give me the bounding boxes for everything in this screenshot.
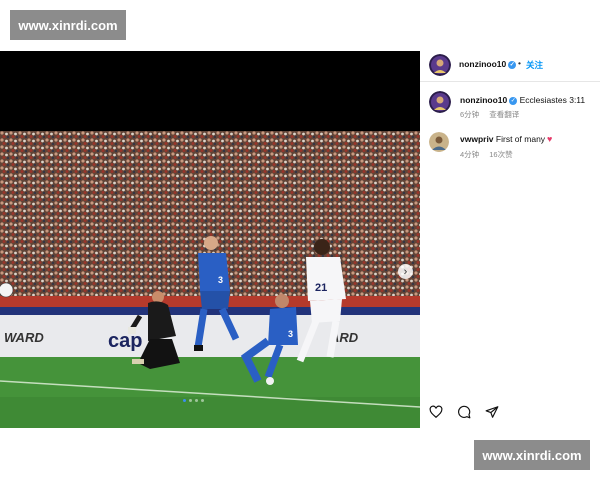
divider bbox=[420, 81, 600, 82]
carousel-next-button[interactable]: › bbox=[398, 264, 413, 279]
instagram-post: WARD cap ARD 3 3 21 › nonzinoo10 ✓ • 关注 … bbox=[0, 51, 600, 428]
watermark-bottom: www.xinrdi.com bbox=[474, 440, 590, 470]
verified-icon: ✓ bbox=[509, 96, 518, 105]
soccer-match-photo: WARD cap ARD 3 3 21 bbox=[0, 131, 420, 428]
author-avatar[interactable] bbox=[429, 54, 451, 76]
comment-line: vwwpriv First of many ♥ bbox=[460, 134, 552, 144]
shirt-number-right: 3 bbox=[288, 329, 293, 339]
comment-icon[interactable] bbox=[457, 405, 471, 419]
caption-meta: 6分钟 查看翻译 bbox=[460, 109, 527, 120]
comment-time: 4分钟 bbox=[460, 150, 480, 159]
post-actions bbox=[429, 405, 499, 419]
comment-meta: 4分钟 16次赞 bbox=[460, 149, 521, 160]
caption-body: Ecclesiastes 3:11 bbox=[519, 95, 586, 105]
author-username[interactable]: nonzinoo10 ✓ bbox=[459, 59, 517, 69]
follow-button[interactable]: 关注 bbox=[526, 59, 543, 71]
caption-username[interactable]: nonzinoo10 bbox=[460, 95, 507, 105]
post-sidebar: nonzinoo10 ✓ • 关注 nonzinoo10 ✓ Ecclesiaste… bbox=[420, 51, 600, 428]
caption-avatar[interactable] bbox=[429, 91, 451, 113]
heart-icon[interactable] bbox=[429, 405, 443, 419]
heart-emoji-icon: ♥ bbox=[547, 134, 553, 144]
carousel-dot bbox=[201, 399, 204, 402]
carousel-dot bbox=[183, 399, 186, 402]
post-header: nonzinoo10 ✓ • 关注 bbox=[420, 51, 600, 79]
carousel-indicators bbox=[183, 399, 204, 402]
shirt-number-attacker: 21 bbox=[315, 282, 327, 294]
watermark-top: www.xinrdi.com bbox=[10, 10, 126, 40]
board-text-center: cap bbox=[108, 330, 142, 352]
caption-line: nonzinoo10 ✓ Ecclesiastes 3:11 bbox=[460, 95, 585, 105]
commenter-avatar[interactable] bbox=[429, 132, 449, 152]
board-text-left: WARD bbox=[4, 330, 44, 345]
shirt-number-left: 3 bbox=[218, 275, 223, 285]
verified-icon: ✓ bbox=[508, 60, 517, 69]
header-separator: • bbox=[518, 58, 521, 68]
comment-body: First of many bbox=[495, 134, 546, 144]
translate-link[interactable]: 查看翻译 bbox=[489, 110, 519, 119]
post-media[interactable]: WARD cap ARD 3 3 21 › bbox=[0, 51, 420, 428]
carousel-dot bbox=[189, 399, 192, 402]
comment-likes[interactable]: 16次赞 bbox=[489, 150, 512, 159]
comment-username[interactable]: vwwpriv bbox=[460, 134, 494, 144]
caption-time: 6分钟 bbox=[460, 110, 480, 119]
share-icon[interactable] bbox=[485, 405, 499, 419]
carousel-dot bbox=[195, 399, 198, 402]
